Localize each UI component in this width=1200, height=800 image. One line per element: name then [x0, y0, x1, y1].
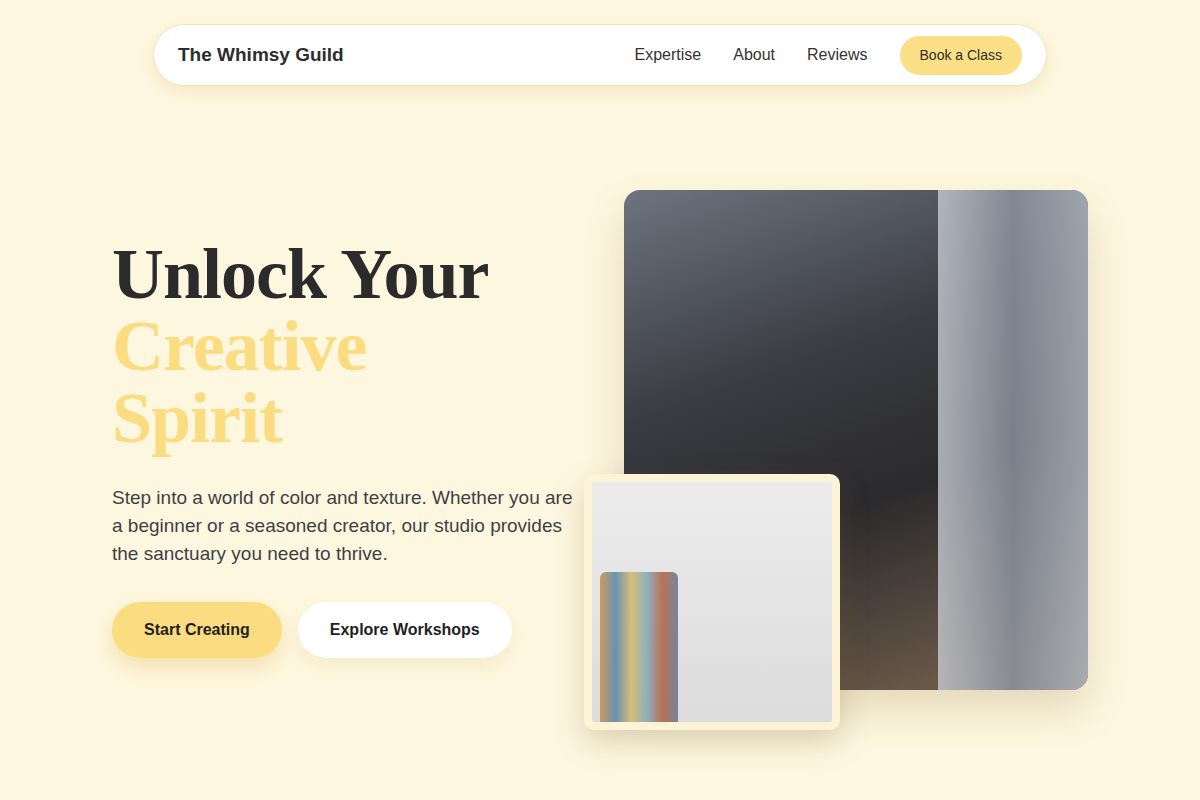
start-creating-button[interactable]: Start Creating [112, 602, 282, 658]
nav-link[interactable]: About [733, 43, 775, 67]
nav-link[interactable]: Expertise [635, 43, 702, 67]
brushes-photo [584, 474, 840, 730]
hero-description: Step into a world of color and texture. … [112, 484, 582, 568]
nav-link[interactable]: Reviews [807, 43, 867, 67]
navbar: The Whimsy Guild Expertise About Reviews Boo… [153, 24, 1047, 86]
hero-heading: Unlock YourCreative Spirit [112, 238, 592, 454]
brand-logo[interactable]: The Whimsy Guild [178, 41, 344, 70]
book-class-button[interactable]: Book a Class [900, 36, 1022, 75]
hero: Unlock YourCreative Spirit Step into a wo… [112, 190, 1088, 730]
explore-workshops-button[interactable]: Explore Workshops [298, 602, 512, 658]
hero-gallery [624, 190, 1088, 730]
